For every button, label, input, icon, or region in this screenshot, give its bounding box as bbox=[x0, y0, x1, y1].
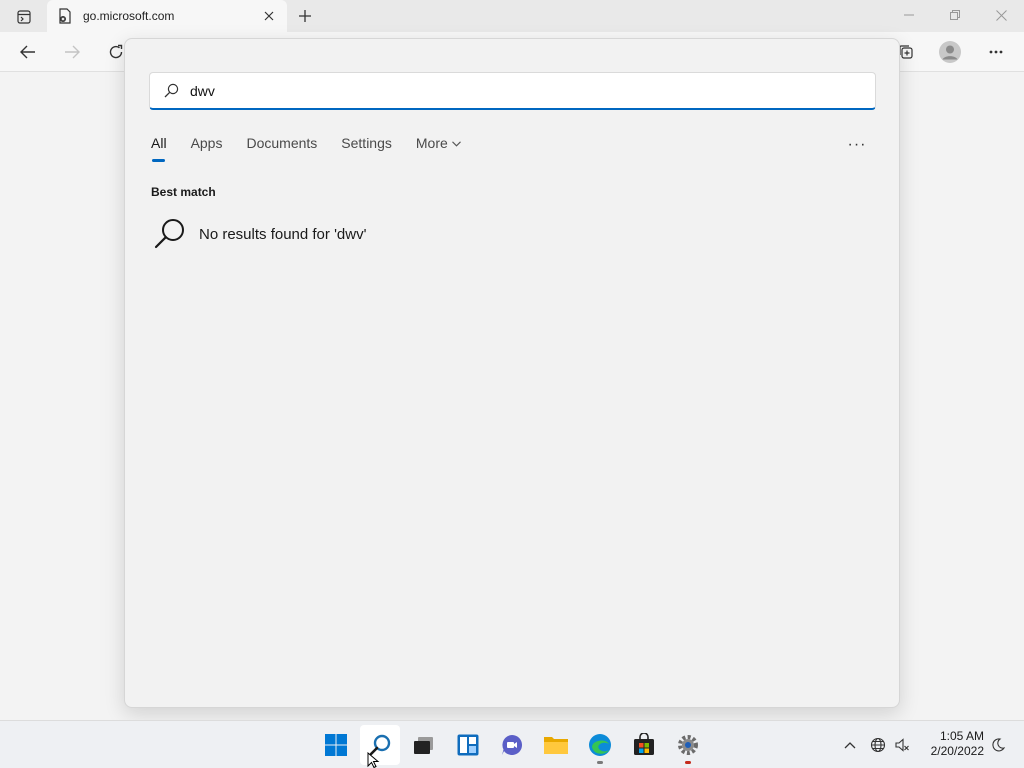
page-favicon-icon bbox=[57, 8, 73, 24]
tab-apps-label: Apps bbox=[190, 135, 223, 151]
running-indicator bbox=[685, 761, 691, 764]
back-arrow-icon[interactable] bbox=[12, 36, 44, 68]
browser-tab[interactable]: go.microsoft.com bbox=[47, 0, 287, 32]
search-flyout: All Apps Documents Settings More ··· Bes… bbox=[124, 38, 900, 708]
best-match-heading: Best match bbox=[151, 185, 216, 199]
search-magnifier-icon bbox=[153, 217, 187, 251]
store-icon bbox=[634, 733, 654, 755]
search-box[interactable] bbox=[149, 72, 876, 110]
tab-documents[interactable]: Documents bbox=[246, 135, 317, 163]
more-options-button[interactable]: ··· bbox=[843, 133, 871, 157]
tab-apps[interactable]: Apps bbox=[191, 135, 223, 163]
new-tab-button[interactable] bbox=[292, 4, 318, 28]
widgets-button[interactable] bbox=[448, 725, 488, 765]
file-explorer-button[interactable] bbox=[536, 725, 576, 765]
profile-avatar-icon[interactable] bbox=[934, 36, 966, 68]
network-globe-icon[interactable] bbox=[866, 733, 890, 757]
clock-time: 1:05 AM bbox=[939, 729, 984, 743]
folder-icon bbox=[544, 737, 568, 754]
taskbar: 1:05 AM 2/20/2022 bbox=[0, 720, 1024, 768]
search-filter-tabs: All Apps Documents Settings More bbox=[151, 135, 485, 163]
chevron-up-icon[interactable] bbox=[838, 733, 862, 757]
forward-arrow-icon[interactable] bbox=[56, 36, 88, 68]
settings-button[interactable] bbox=[668, 725, 708, 765]
tab-actions-icon[interactable] bbox=[10, 6, 38, 28]
minimize-button[interactable] bbox=[886, 0, 932, 30]
tab-all-label: All bbox=[151, 135, 167, 151]
store-button[interactable] bbox=[624, 725, 664, 765]
tab-documents-label: Documents bbox=[246, 135, 318, 151]
settings-and-more-icon[interactable] bbox=[980, 36, 1012, 68]
browser-tab-strip: go.microsoft.com bbox=[0, 0, 1024, 32]
tab-more[interactable]: More bbox=[416, 135, 461, 163]
close-tab-icon[interactable] bbox=[257, 4, 281, 28]
task-view-icon bbox=[414, 737, 433, 754]
tab-title: go.microsoft.com bbox=[83, 9, 175, 23]
teams-chat-button[interactable] bbox=[492, 725, 532, 765]
clock[interactable]: 1:05 AM 2/20/2022 bbox=[920, 729, 984, 759]
tab-settings-label: Settings bbox=[341, 135, 392, 151]
chevron-down-icon bbox=[451, 139, 461, 150]
edge-icon bbox=[589, 734, 611, 756]
clock-date: 2/20/2022 bbox=[930, 744, 984, 758]
search-icon bbox=[164, 83, 180, 99]
no-results-message: No results found for 'dwv' bbox=[199, 225, 367, 243]
edge-button[interactable] bbox=[580, 725, 620, 765]
mouse-cursor-icon bbox=[367, 752, 380, 768]
restore-button[interactable] bbox=[932, 0, 978, 30]
task-view-button[interactable] bbox=[404, 725, 444, 765]
windows-logo-icon bbox=[325, 734, 347, 756]
widgets-icon bbox=[457, 734, 479, 756]
chat-icon bbox=[502, 735, 522, 755]
tab-all[interactable]: All bbox=[151, 135, 167, 163]
tab-settings[interactable]: Settings bbox=[341, 135, 392, 163]
start-button[interactable] bbox=[316, 725, 356, 765]
search-input[interactable] bbox=[190, 78, 690, 103]
close-window-button[interactable] bbox=[978, 0, 1024, 30]
no-results-row: No results found for 'dwv' bbox=[153, 217, 366, 251]
running-indicator bbox=[597, 761, 603, 764]
gear-icon bbox=[678, 735, 698, 755]
tab-more-label: More bbox=[415, 135, 448, 151]
focus-moon-icon[interactable] bbox=[986, 733, 1010, 757]
volume-muted-icon[interactable] bbox=[890, 733, 914, 757]
